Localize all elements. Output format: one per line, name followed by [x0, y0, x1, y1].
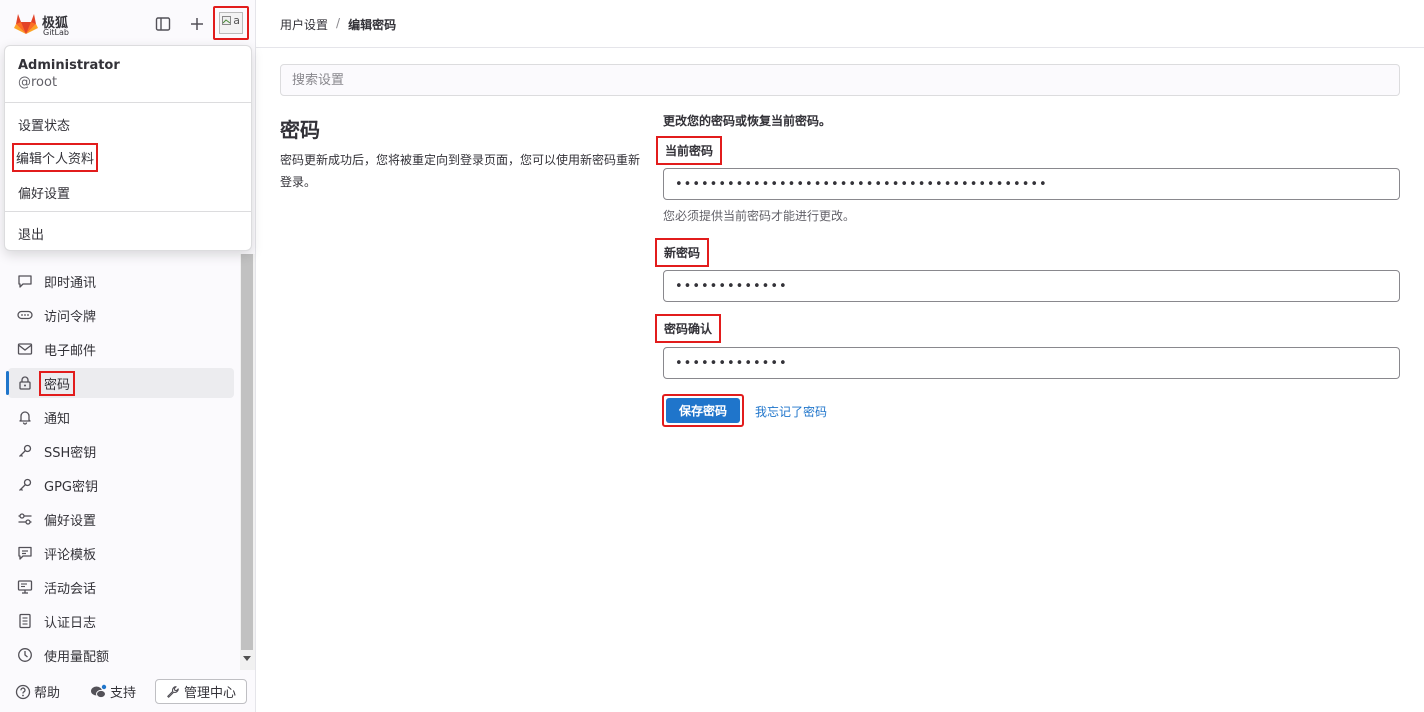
sidebar-item-password[interactable]: 密码 [6, 368, 234, 398]
new-password-label: 新密码 [655, 238, 710, 267]
forgot-password-link[interactable]: 我忘记了密码 [755, 403, 827, 420]
search-settings-input[interactable] [280, 64, 1400, 96]
sidebar-scrollbar-thumb[interactable] [241, 254, 253, 650]
broken-image-icon [222, 16, 231, 25]
sidebar-item-access-tokens[interactable]: 访问令牌 [8, 300, 234, 330]
wrench-icon [167, 685, 179, 698]
section-description: 密码更新成功后，您将被重定向到登录页面，您可以使用新密码重新登录。 [280, 153, 641, 189]
header-divider [256, 47, 1424, 48]
bell-icon [16, 408, 34, 426]
sidebar-item-comment-templates[interactable]: 评论模板 [8, 538, 234, 568]
confirm-password-label: 密码确认 [655, 314, 722, 343]
avatar-alt-text: a [233, 14, 240, 27]
sidebar-item-label: 活动会话 [44, 581, 97, 597]
page-title: 密码 [280, 118, 320, 142]
preferences-icon [16, 510, 34, 528]
sidebar-item-label: 访问令牌 [44, 309, 97, 325]
menu-divider [5, 102, 251, 103]
plus-icon[interactable] [186, 13, 208, 35]
sidebar-footer: 帮助 支持 管理中心 [0, 672, 256, 712]
breadcrumb-current[interactable]: 编辑密码 [348, 16, 396, 33]
breadcrumb: 用户设置 / 编辑密码 [280, 16, 396, 33]
brand-subname: GitLab [43, 28, 69, 37]
save-button-highlight: 保存密码 [662, 394, 744, 427]
scroll-down-arrow-icon[interactable] [243, 656, 251, 661]
key-icon [16, 442, 34, 460]
sidebar-toggle-icon[interactable] [152, 13, 174, 35]
user-menu-dropdown: Administrator @root 设置状态 编辑个人资料 偏好设置 退出 [4, 45, 252, 251]
sidebar-item-usage-quotas[interactable]: 使用量配额 [8, 640, 234, 670]
admin-label: 管理中心 [183, 686, 236, 701]
sidebar-item-label: 偏好设置 [44, 513, 97, 529]
user-display-name: Administrator [18, 58, 120, 73]
question-icon [15, 684, 31, 699]
lock-icon [16, 374, 34, 392]
sidebar-header: 极狐 GitLab a [0, 0, 256, 48]
sidebar-item-chat[interactable]: 即时通讯 [8, 266, 234, 296]
current-password-help: 您必须提供当前密码才能进行更改。 [663, 209, 856, 223]
wechat-icon [91, 684, 107, 698]
breadcrumb-separator: / [336, 16, 341, 30]
sidebar-item-ssh-keys[interactable]: SSH密钥 [8, 436, 234, 466]
menu-item-edit-profile[interactable]: 编辑个人资料 [12, 143, 99, 172]
current-password-label: 当前密码 [656, 136, 723, 165]
token-icon [16, 306, 34, 324]
avatar: a [219, 12, 243, 34]
comment-icon [16, 272, 34, 290]
menu-divider [5, 211, 251, 212]
mail-icon [16, 340, 34, 358]
sidebar-item-label: 即时通讯 [44, 275, 97, 291]
sidebar-item-label: SSH密钥 [44, 445, 97, 461]
sidebar-item-label: 评论模板 [44, 547, 97, 563]
user-username: @root [18, 75, 58, 90]
sidebar-item-label: GPG密钥 [44, 479, 98, 495]
help-button[interactable]: 帮助 [15, 682, 60, 701]
sidebar-item-gpg-keys[interactable]: GPG密钥 [8, 470, 234, 500]
form-intro: 更改您的密码或恢复当前密码。 [663, 114, 832, 128]
sidebar-item-label: 电子邮件 [44, 343, 97, 359]
breadcrumb-parent[interactable]: 用户设置 [280, 16, 328, 33]
sidebar-item-active-sessions[interactable]: 活动会话 [8, 572, 234, 602]
sidebar-item-auth-log[interactable]: 认证日志 [8, 606, 234, 636]
sidebar-item-notifications[interactable]: 通知 [8, 402, 234, 432]
menu-item-preferences[interactable]: 偏好设置 [18, 183, 70, 202]
help-label: 帮助 [34, 686, 61, 701]
save-password-button[interactable]: 保存密码 [666, 398, 740, 423]
gitlab-logo-icon[interactable] [13, 11, 39, 35]
user-avatar-button[interactable]: a [213, 6, 249, 40]
sidebar-item-label: 通知 [44, 411, 71, 427]
sidebar-item-label: 使用量配额 [44, 649, 110, 665]
quota-icon [16, 646, 34, 664]
menu-item-set-status[interactable]: 设置状态 [18, 115, 70, 134]
monitor-icon [16, 578, 34, 596]
current-password-field[interactable] [663, 168, 1400, 200]
sidebar-item-preferences[interactable]: 偏好设置 [8, 504, 234, 534]
sidebar-item-emails[interactable]: 电子邮件 [8, 334, 234, 364]
key-icon [16, 476, 34, 494]
support-label: 支持 [110, 686, 137, 701]
confirm-password-field[interactable] [663, 347, 1400, 379]
new-password-field[interactable] [663, 270, 1400, 302]
menu-item-sign-out[interactable]: 退出 [18, 224, 44, 243]
sidebar-item-label: 密码 [39, 370, 76, 396]
admin-area-button[interactable]: 管理中心 [155, 679, 247, 704]
support-button[interactable]: 支持 [90, 682, 136, 701]
sidebar-item-label: 认证日志 [44, 615, 97, 631]
log-icon [16, 612, 34, 630]
comment-template-icon [16, 544, 34, 562]
